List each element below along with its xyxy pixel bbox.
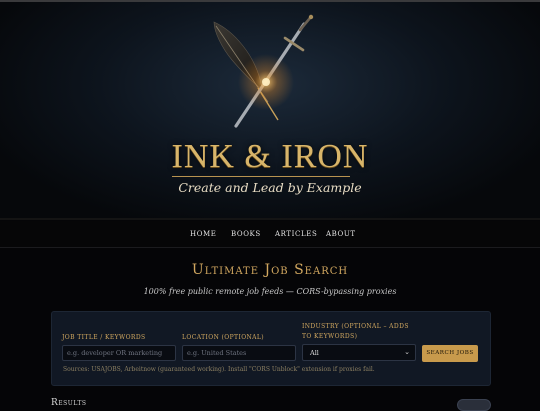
nav-books[interactable]: Books xyxy=(231,230,261,238)
brand-tagline: Create and Lead by Example xyxy=(178,180,362,195)
hero-banner: INK & IRON Create and Lead by Example xyxy=(0,2,540,218)
industry-selected-value: All xyxy=(310,349,319,357)
sources-note: Sources: USAJOBS, Arbeitnow (guaranteed … xyxy=(63,366,375,373)
location-input[interactable] xyxy=(182,345,296,361)
results-heading: Results xyxy=(51,398,87,408)
keywords-label: Job Title / Keywords xyxy=(62,334,146,341)
hero-divider xyxy=(0,218,540,220)
page-title: Ultimate Job Search xyxy=(191,262,349,278)
search-jobs-button[interactable]: Search Jobs xyxy=(422,345,478,362)
brand-title: INK & IRON xyxy=(171,138,369,175)
nav-about[interactable]: About xyxy=(326,230,356,238)
brand-divider xyxy=(172,176,350,177)
main-nav: Home Books Articles About xyxy=(0,221,540,248)
results-badge xyxy=(457,399,491,411)
page-subtitle: 100% free public remote job feeds — CORS… xyxy=(143,287,397,296)
nav-articles[interactable]: Articles xyxy=(275,230,317,238)
nav-home[interactable]: Home xyxy=(190,230,217,238)
keywords-input[interactable] xyxy=(62,345,176,361)
industry-select[interactable]: All ⌄ xyxy=(302,344,416,361)
chevron-down-icon: ⌄ xyxy=(404,348,410,356)
location-label: Location (optional) xyxy=(182,334,265,341)
industry-label: Industry (optional – adds to keywords) xyxy=(302,323,409,340)
